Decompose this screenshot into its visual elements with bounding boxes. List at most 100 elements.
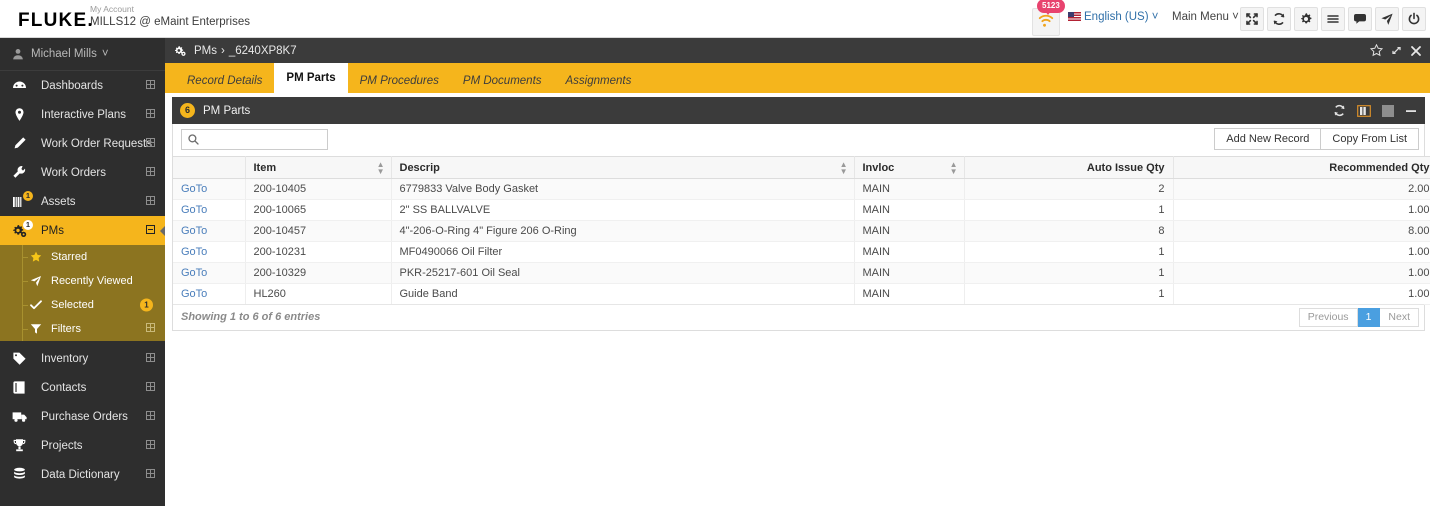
main-menu-button[interactable]: Main Menu ˅ (1172, 11, 1239, 23)
column-header-auto-issue-qty[interactable]: Auto Issue Qty (964, 156, 1174, 179)
gear-icon[interactable] (1294, 7, 1318, 31)
column-header-descrip[interactable]: Descrip ▲ ▼ (391, 156, 855, 179)
refresh-icon[interactable] (1333, 104, 1346, 117)
expand-icon[interactable] (146, 166, 155, 179)
cell-recommended-qty: 2.00 (1173, 178, 1430, 200)
expand-icon[interactable] (146, 410, 155, 423)
expand-icon[interactable] (146, 381, 155, 394)
power-icon[interactable] (1402, 7, 1426, 31)
goto-cell[interactable]: GoTo (173, 178, 246, 200)
sidebar-item-dashboards[interactable]: Dashboards (0, 71, 165, 100)
close-icon[interactable] (1410, 38, 1422, 63)
table-row[interactable]: GoTo 200-10231 MF0490066 Oil Filter MAIN… (173, 241, 1430, 263)
sort-icon[interactable]: ▲ ▼ (950, 160, 958, 175)
table-row[interactable]: GoTo 200-10329 PKR-25217-601 Oil Seal MA… (173, 262, 1430, 284)
sidebar-item-selected[interactable]: Selected 1 (0, 293, 165, 317)
goto-cell[interactable]: GoTo (173, 241, 246, 263)
goto-link[interactable]: GoTo (181, 246, 207, 258)
minimize-icon[interactable] (1405, 105, 1417, 117)
search-box[interactable] (181, 129, 328, 150)
notification-indicator[interactable]: 5123 (1032, 0, 1064, 36)
tag-icon (12, 351, 32, 366)
sidebar-item-projects[interactable]: Projects (0, 431, 165, 460)
tab-record-details[interactable]: Record Details (175, 69, 274, 93)
sidebar-item-starred[interactable]: Starred (0, 245, 165, 269)
maximize-icon[interactable] (1382, 104, 1394, 117)
sidebar-item-work-orders[interactable]: Work Orders (0, 158, 165, 187)
tab-pm-documents[interactable]: PM Documents (451, 69, 554, 93)
sidebar-item-filters[interactable]: Filters (0, 317, 165, 341)
expand-icon[interactable] (146, 108, 155, 121)
columns-icon[interactable] (1357, 104, 1371, 117)
fluke-logo: FLUKE. (18, 10, 94, 31)
next-page-button[interactable]: Next (1380, 308, 1419, 327)
pagination: Previous 1 Next (1298, 308, 1419, 327)
expand-icon[interactable] (146, 439, 155, 452)
tab-assignments[interactable]: Assignments (554, 69, 644, 93)
add-new-record-button[interactable]: Add New Record (1214, 128, 1322, 150)
sidebar-item-work-order-requests[interactable]: Work Order Requests (0, 129, 165, 158)
grid-action-buttons: Add New Record Copy From List (1214, 128, 1419, 150)
sidebar-item-purchase-orders[interactable]: Purchase Orders (0, 402, 165, 431)
expand-icon[interactable] (146, 195, 155, 208)
tab-pm-procedures[interactable]: PM Procedures (348, 69, 451, 93)
collapse-icon[interactable] (146, 224, 155, 237)
expand-icon[interactable] (146, 352, 155, 365)
expand-icon[interactable] (1390, 38, 1403, 63)
tab-pm-parts[interactable]: PM Parts (274, 63, 348, 93)
search-input[interactable] (204, 131, 314, 148)
account-info[interactable]: My Account MILLS12 @ eMaint Enterprises (90, 4, 250, 29)
table-row[interactable]: GoTo 200-10065 2" SS BALLVALVE MAIN 1 1.… (173, 199, 1430, 221)
sidebar-item-inventory[interactable]: Inventory (0, 344, 165, 373)
panel-tools (1333, 97, 1417, 124)
star-icon[interactable] (1370, 38, 1383, 63)
goto-link[interactable]: GoTo (181, 204, 207, 216)
column-header-invloc[interactable]: Invloc ▲ ▼ (854, 156, 965, 179)
goto-cell[interactable]: GoTo (173, 283, 246, 305)
breadcrumb-parent[interactable]: PMs (194, 45, 217, 57)
sort-icon[interactable]: ▲ ▼ (377, 160, 385, 175)
goto-link[interactable]: GoTo (181, 225, 207, 237)
sidebar-item-pms[interactable]: 1 PMs (0, 216, 165, 245)
expand-icon[interactable] (146, 323, 155, 335)
column-header-blank (173, 156, 246, 179)
copy-from-list-button[interactable]: Copy From List (1321, 128, 1419, 150)
table-row[interactable]: GoTo HL260 Guide Band MAIN 1 1.00 (173, 283, 1430, 305)
cell-auto-issue-qty: 8 (964, 220, 1174, 242)
sidebar-item-data-dictionary[interactable]: Data Dictionary (0, 460, 165, 489)
goto-cell[interactable]: GoTo (173, 220, 246, 242)
language-selector[interactable]: English (US) ˅ (1068, 11, 1158, 23)
goto-link[interactable]: GoTo (181, 183, 207, 195)
chat-icon[interactable] (1348, 7, 1372, 31)
sidebar-item-contacts[interactable]: Contacts (0, 373, 165, 402)
expand-icon[interactable] (146, 79, 155, 92)
database-icon (12, 467, 32, 482)
goto-cell[interactable]: GoTo (173, 199, 246, 221)
table-row[interactable]: GoTo 200-10457 4"-206-O-Ring 4" Figure 2… (173, 220, 1430, 242)
expand-icon[interactable] (146, 137, 155, 150)
sidebar-user[interactable]: Michael Mills ˅ (0, 38, 165, 71)
previous-page-button[interactable]: Previous (1298, 308, 1358, 327)
cell-descrip: 6779833 Valve Body Gasket (391, 178, 855, 200)
sidebar-item-recently-viewed[interactable]: Recently Viewed (0, 269, 165, 293)
sidebar-subgroup-pms: Starred Recently Viewed Selected 1 Filte… (0, 245, 165, 341)
cell-item: 200-10231 (245, 241, 392, 263)
panel-title: PM Parts (203, 104, 251, 117)
menu-icon[interactable] (1321, 7, 1345, 31)
sort-icon[interactable]: ▲ ▼ (840, 160, 848, 175)
table-row[interactable]: GoTo 200-10405 6779833 Valve Body Gasket… (173, 178, 1430, 200)
refresh-icon[interactable] (1267, 7, 1291, 31)
send-icon[interactable] (1375, 7, 1399, 31)
expand-icon[interactable] (146, 468, 155, 481)
expand-icon[interactable] (1240, 7, 1264, 31)
sidebar-item-assets[interactable]: 1 Assets (0, 187, 165, 216)
cell-recommended-qty: 8.00 (1173, 220, 1430, 242)
goto-link[interactable]: GoTo (181, 267, 207, 279)
gears-icon (174, 45, 187, 57)
page-1-button[interactable]: 1 (1357, 308, 1381, 327)
column-header-item[interactable]: Item ▲ ▼ (245, 156, 392, 179)
column-header-recommended-qty[interactable]: Recommended Qty (1173, 156, 1430, 179)
sidebar-item-interactive-plans[interactable]: Interactive Plans (0, 100, 165, 129)
goto-cell[interactable]: GoTo (173, 262, 246, 284)
goto-link[interactable]: GoTo (181, 288, 207, 300)
